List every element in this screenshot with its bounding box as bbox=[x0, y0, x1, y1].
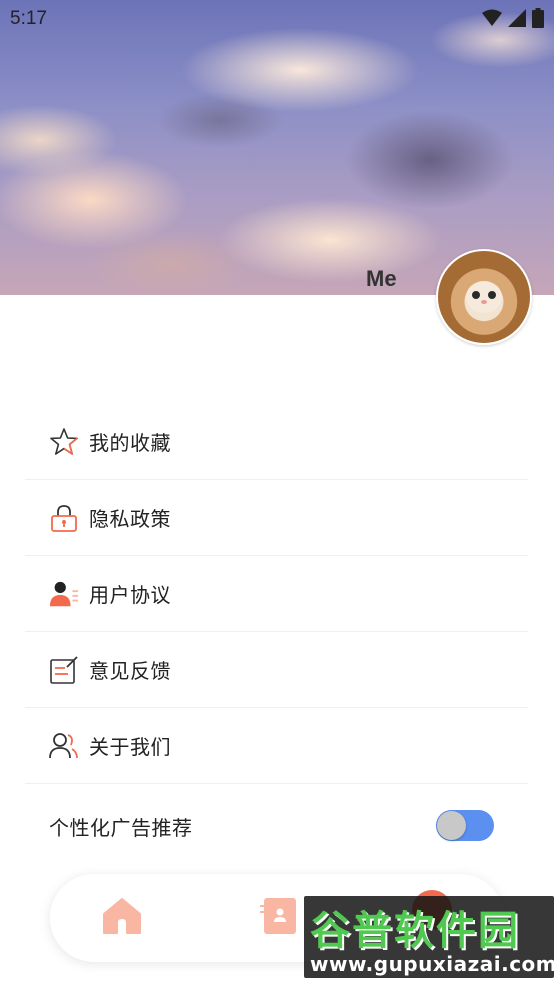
menu-item-label: 隐私政策 bbox=[89, 507, 171, 531]
personalized-ads-row: 个性化广告推荐 bbox=[25, 792, 528, 860]
profile-name: Me bbox=[366, 266, 397, 291]
star-icon bbox=[49, 427, 79, 457]
signal-icon bbox=[508, 9, 526, 27]
user-agreement-icon bbox=[49, 579, 79, 609]
avatar[interactable] bbox=[436, 249, 532, 345]
home-icon bbox=[103, 898, 141, 934]
nav-contacts[interactable] bbox=[256, 894, 300, 938]
menu-item-favorites[interactable]: 我的收藏 bbox=[25, 404, 528, 480]
lock-icon bbox=[49, 503, 79, 533]
menu-item-user-agreement[interactable]: 用户协议 bbox=[25, 556, 528, 632]
menu-item-feedback[interactable]: 意见反馈 bbox=[25, 632, 528, 708]
me-screen: 5:17 Me 我的收藏 隐私政策 用户协议 意见反馈 关于我们 个性化广告推荐… bbox=[0, 0, 554, 984]
users-icon bbox=[49, 731, 79, 761]
status-bar: 5:17 bbox=[0, 0, 554, 38]
menu-item-label: 意见反馈 bbox=[89, 659, 171, 683]
menu-item-label: 用户协议 bbox=[89, 583, 171, 607]
watermark-url: www.gupuxiazai.com bbox=[310, 952, 554, 976]
avatar-face bbox=[466, 281, 502, 313]
watermark: 谷普软件园 www.gupuxiazai.com bbox=[304, 896, 554, 978]
toggle-knob bbox=[437, 811, 466, 840]
personalized-ads-toggle[interactable] bbox=[436, 810, 494, 841]
status-icons bbox=[482, 8, 544, 28]
wifi-icon bbox=[482, 9, 502, 26]
feedback-edit-icon bbox=[49, 655, 79, 685]
menu-item-about-us[interactable]: 关于我们 bbox=[25, 708, 528, 784]
menu-item-label: 关于我们 bbox=[89, 735, 171, 759]
nav-home[interactable] bbox=[100, 894, 144, 938]
personalized-ads-label: 个性化广告推荐 bbox=[49, 815, 193, 840]
menu-item-privacy[interactable]: 隐私政策 bbox=[25, 480, 528, 556]
status-time: 5:17 bbox=[10, 8, 47, 29]
settings-menu: 我的收藏 隐私政策 用户协议 意见反馈 关于我们 bbox=[25, 404, 528, 784]
battery-icon bbox=[532, 8, 544, 28]
watermark-title: 谷普软件园 bbox=[310, 908, 520, 954]
menu-item-label: 我的收藏 bbox=[89, 431, 171, 455]
contacts-icon bbox=[260, 898, 296, 934]
